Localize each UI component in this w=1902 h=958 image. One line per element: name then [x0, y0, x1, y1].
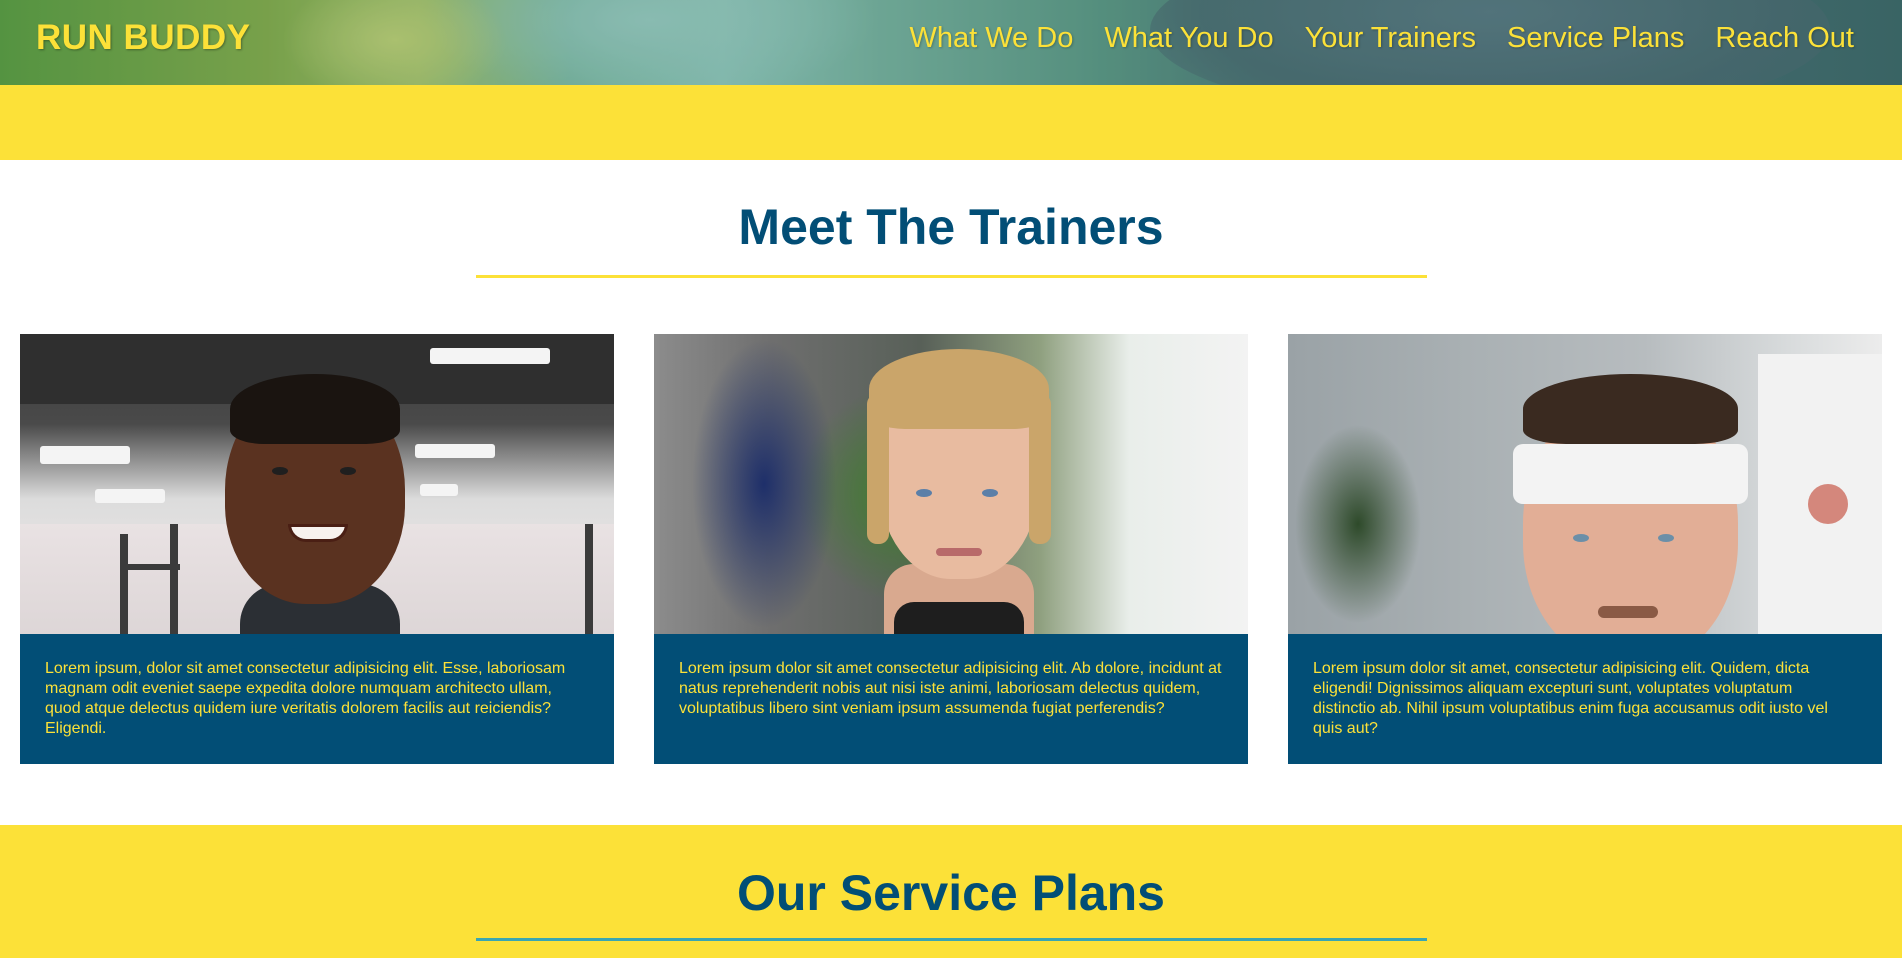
service-plans-title: Our Service Plans [736, 865, 1165, 921]
trainer-bio-3: Lorem ipsum dolor sit amet, consectetur … [1288, 634, 1882, 764]
nav-link-your-trainers[interactable]: Your Trainers [1305, 22, 1476, 55]
trainer-card-2: Lorem ipsum dolor sit amet consectetur a… [654, 334, 1248, 764]
nav-link-what-you-do[interactable]: What You Do [1104, 22, 1273, 55]
trainer-bio-1: Lorem ipsum, dolor sit amet consectetur … [20, 634, 614, 764]
trainers-title-divider [476, 275, 1427, 278]
hero-band [0, 85, 1902, 160]
trainer-card-1: Lorem ipsum, dolor sit amet consectetur … [20, 334, 614, 764]
trainer-photo-2 [654, 334, 1248, 634]
main-nav: What We Do What You Do Your Trainers Ser… [909, 22, 1854, 55]
trainer-card-3: Lorem ipsum dolor sit amet, consectetur … [1288, 334, 1882, 764]
service-plans-title-divider [476, 938, 1427, 941]
trainers-section-title: Meet The Trainers [738, 199, 1164, 255]
nav-link-what-we-do[interactable]: What We Do [909, 22, 1073, 55]
site-logo[interactable]: RUN BUDDY [36, 18, 251, 58]
nav-link-service-plans[interactable]: Service Plans [1507, 22, 1684, 55]
trainer-bio-2: Lorem ipsum dolor sit amet consectetur a… [654, 634, 1248, 764]
trainer-photo-3 [1288, 334, 1882, 634]
site-header: RUN BUDDY What We Do What You Do Your Tr… [0, 0, 1902, 85]
trainer-photo-1 [20, 334, 614, 634]
nav-link-reach-out[interactable]: Reach Out [1715, 22, 1854, 55]
